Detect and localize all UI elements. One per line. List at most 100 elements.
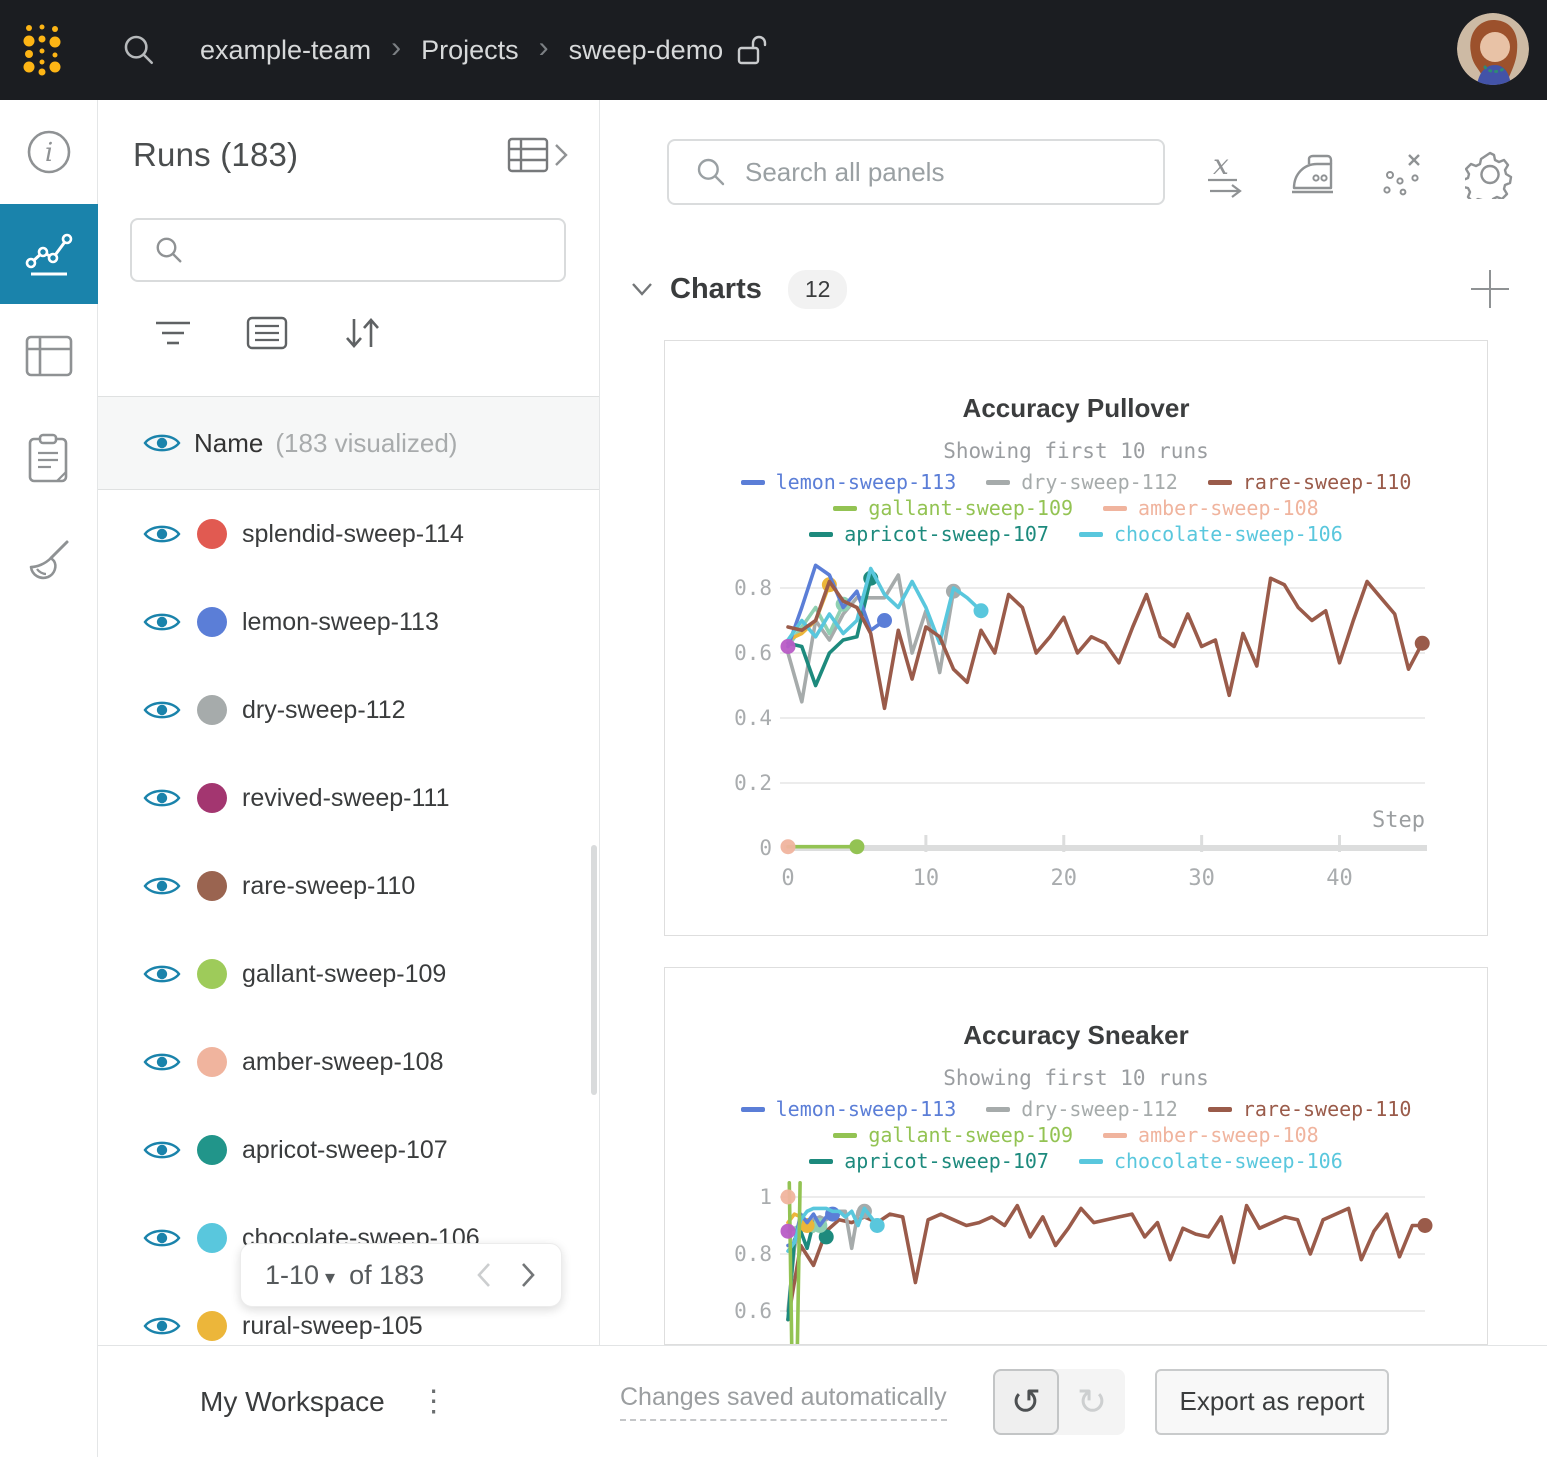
legend-item[interactable]: lemon-sweep-113 [741, 470, 957, 494]
undo-redo-group: ↺ ↻ [993, 1369, 1125, 1435]
eye-icon[interactable] [143, 1313, 181, 1339]
chart-title: Accuracy Pullover [665, 393, 1487, 424]
chevron-right-icon: › [391, 33, 401, 67]
breadcrumb-project[interactable]: sweep-demo [569, 35, 724, 66]
export-report-button[interactable]: Export as report [1155, 1369, 1389, 1435]
run-list: splendid-sweep-114lemon-sweep-113dry-swe… [98, 490, 599, 1345]
legend-item[interactable]: dry-sweep-112 [986, 1097, 1178, 1121]
legend-swatch [1103, 506, 1127, 511]
svg-text:10: 10 [913, 866, 940, 891]
settings-gear-icon[interactable] [1464, 148, 1516, 200]
eye-icon[interactable] [143, 1137, 181, 1163]
runs-search-input[interactable] [202, 235, 489, 266]
outliers-scatter-icon[interactable] [1376, 148, 1428, 200]
legend-item[interactable]: amber-sweep-108 [1103, 1123, 1319, 1147]
eye-icon[interactable] [143, 961, 181, 987]
clipboard-icon [27, 433, 71, 483]
smoothing-iron-icon[interactable] [1288, 148, 1340, 200]
next-page-button[interactable] [519, 1261, 537, 1289]
run-list-item[interactable]: amber-sweep-108 [98, 1018, 599, 1106]
nav-charts-item[interactable] [0, 204, 98, 304]
page-range-dropdown[interactable]: 1-10 [265, 1260, 319, 1291]
run-list-item[interactable]: revived-sweep-111 [98, 754, 599, 842]
undo-button[interactable]: ↺ [993, 1369, 1059, 1435]
panel-search-input[interactable] [745, 157, 1073, 188]
eye-icon[interactable] [143, 697, 181, 723]
svg-text:30: 30 [1188, 866, 1215, 891]
eye-icon[interactable] [143, 521, 181, 547]
add-panel-icon[interactable] [1469, 268, 1511, 310]
user-avatar[interactable] [1457, 13, 1529, 85]
wandb-logo-icon[interactable] [22, 22, 62, 78]
nav-table-item[interactable] [0, 306, 98, 406]
runs-table-icon[interactable] [507, 137, 549, 173]
legend-swatch [833, 1133, 857, 1138]
run-list-item[interactable]: lemon-sweep-113 [98, 578, 599, 666]
svg-text:1: 1 [759, 1185, 772, 1209]
runs-name-header[interactable]: Name (183 visualized) [98, 396, 599, 490]
legend-item[interactable]: gallant-sweep-109 [833, 1123, 1073, 1147]
run-color-dot [197, 1311, 227, 1341]
legend-item[interactable]: gallant-sweep-109 [833, 496, 1073, 520]
unlock-icon [737, 33, 767, 67]
chevron-right-icon[interactable] [553, 142, 569, 168]
legend-run-name: dry-sweep-112 [1021, 1097, 1178, 1121]
breadcrumb: example-team › Projects › sweep-demo [200, 33, 767, 67]
run-name-label: revived-sweep-111 [242, 784, 450, 813]
panel-search-box[interactable] [667, 139, 1165, 205]
eye-icon[interactable] [143, 1049, 181, 1075]
list-icon[interactable] [246, 316, 288, 350]
run-list-item[interactable]: rare-sweep-110 [98, 842, 599, 930]
legend-run-name: amber-sweep-108 [1138, 496, 1319, 520]
workspace-title[interactable]: My Workspace [200, 1386, 385, 1418]
chevron-down-icon[interactable] [630, 281, 654, 297]
chevron-down-icon[interactable]: ▾ [325, 1265, 335, 1290]
nav-notes-item[interactable] [0, 408, 98, 508]
x-axis-icon[interactable]: x [1200, 148, 1252, 200]
eye-icon[interactable] [143, 873, 181, 899]
legend-swatch [1103, 1133, 1127, 1138]
charts-section-title[interactable]: Charts [670, 273, 762, 306]
nav-overview-item[interactable]: i [0, 102, 98, 202]
charts-count-badge: 12 [788, 270, 848, 309]
breadcrumb-team[interactable]: example-team [200, 35, 371, 66]
runs-scrollbar[interactable] [591, 845, 597, 1095]
legend-swatch [741, 1107, 765, 1112]
run-list-item[interactable]: dry-sweep-112 [98, 666, 599, 754]
kebab-menu-icon[interactable]: ⋮ [419, 1387, 449, 1417]
eye-icon[interactable] [143, 430, 181, 456]
filter-icon[interactable] [154, 318, 192, 348]
legend-item[interactable]: dry-sweep-112 [986, 470, 1178, 494]
legend-item[interactable]: rare-sweep-110 [1208, 1097, 1412, 1121]
run-list-item[interactable]: gallant-sweep-109 [98, 930, 599, 1018]
run-name-label: gallant-sweep-109 [242, 960, 446, 989]
eye-icon[interactable] [143, 1225, 181, 1251]
sort-icon[interactable] [342, 316, 382, 350]
legend-item[interactable]: lemon-sweep-113 [741, 1097, 957, 1121]
redo-button[interactable]: ↻ [1059, 1369, 1125, 1435]
chart-panel-accuracy-sneaker[interactable]: Accuracy Sneaker Showing first 10 runs l… [664, 967, 1488, 1345]
prev-page-button[interactable] [475, 1261, 493, 1289]
run-list-item[interactable]: splendid-sweep-114 [98, 490, 599, 578]
eye-icon[interactable] [143, 785, 181, 811]
eye-icon[interactable] [143, 609, 181, 635]
legend-item[interactable]: rare-sweep-110 [1208, 470, 1412, 494]
breadcrumb-projects[interactable]: Projects [421, 35, 519, 66]
run-list-item[interactable]: apricot-sweep-107 [98, 1106, 599, 1194]
runs-search-box[interactable] [130, 218, 566, 282]
nav-sweeps-item[interactable] [0, 510, 98, 610]
svg-text:0.2: 0.2 [734, 771, 772, 795]
legend-run-name: rare-sweep-110 [1243, 470, 1412, 494]
legend-swatch [809, 532, 833, 537]
charts-section-header: Charts 12 [630, 268, 1511, 310]
save-status-label[interactable]: Changes saved automatically [620, 1383, 947, 1421]
search-icon[interactable] [122, 33, 156, 67]
legend-item[interactable]: amber-sweep-108 [1103, 496, 1319, 520]
legend-run-name: amber-sweep-108 [1138, 1123, 1319, 1147]
broom-icon [25, 536, 73, 584]
name-column-label: Name [194, 428, 263, 459]
chart-panel-accuracy-pullover[interactable]: Accuracy Pullover Showing first 10 runs … [664, 340, 1488, 936]
legend-run-name: lemon-sweep-113 [776, 470, 957, 494]
legend-swatch [1208, 1107, 1232, 1112]
line-chart-icon [24, 229, 74, 279]
